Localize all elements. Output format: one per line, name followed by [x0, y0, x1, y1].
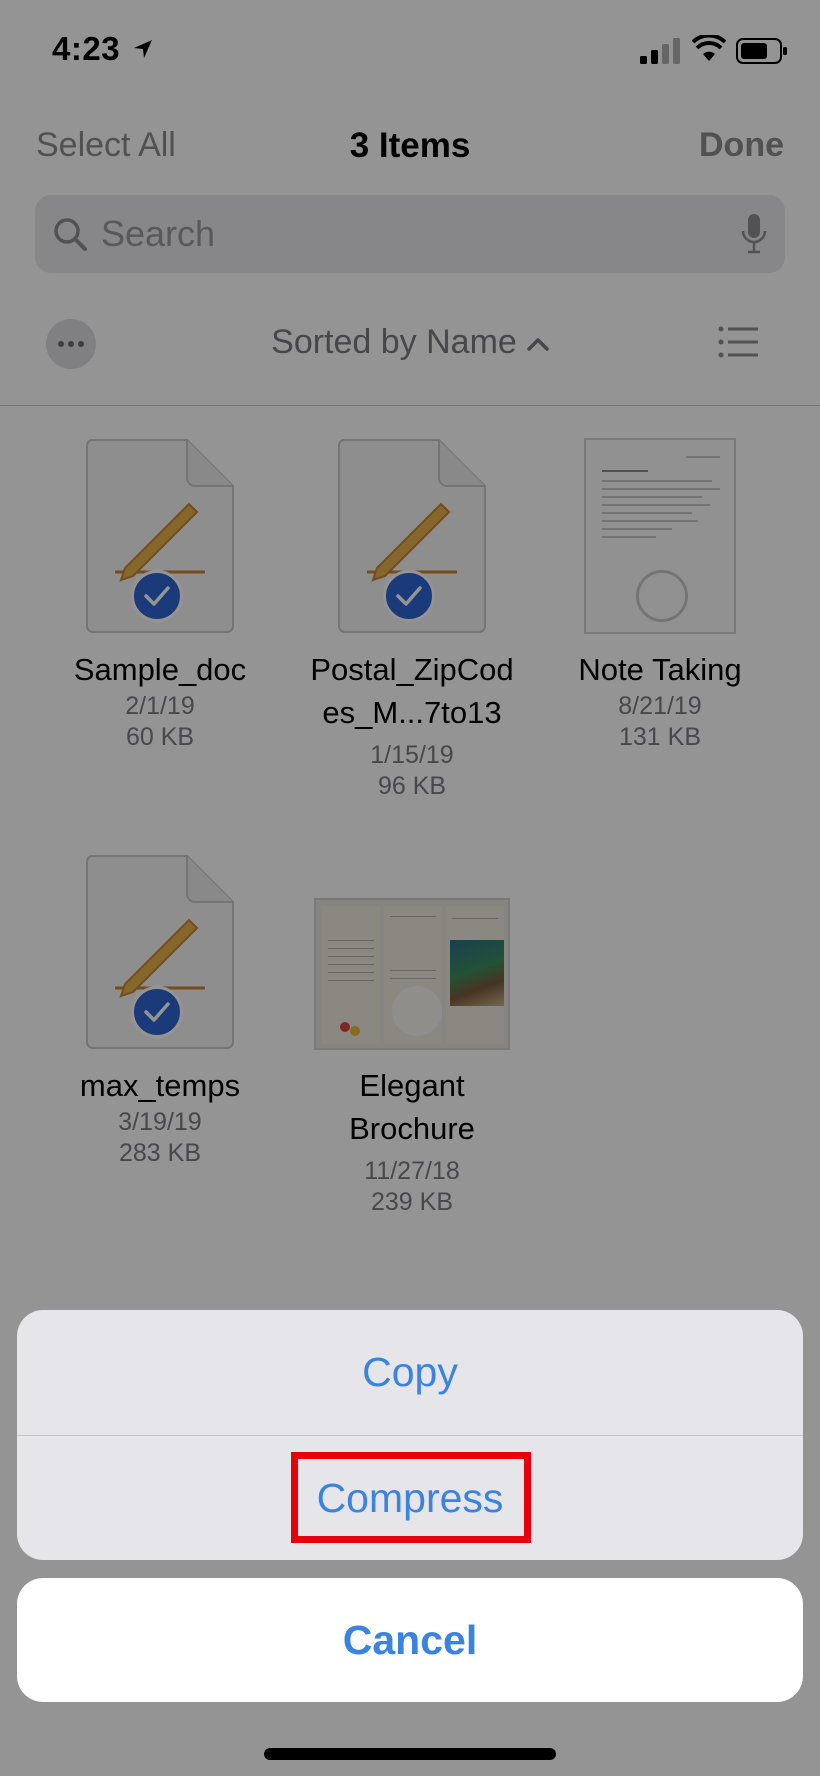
- home-indicator[interactable]: [264, 1748, 556, 1760]
- compress-highlight-box: [291, 1452, 531, 1543]
- cancel-button[interactable]: Cancel: [17, 1578, 803, 1702]
- copy-button[interactable]: Copy: [17, 1310, 803, 1435]
